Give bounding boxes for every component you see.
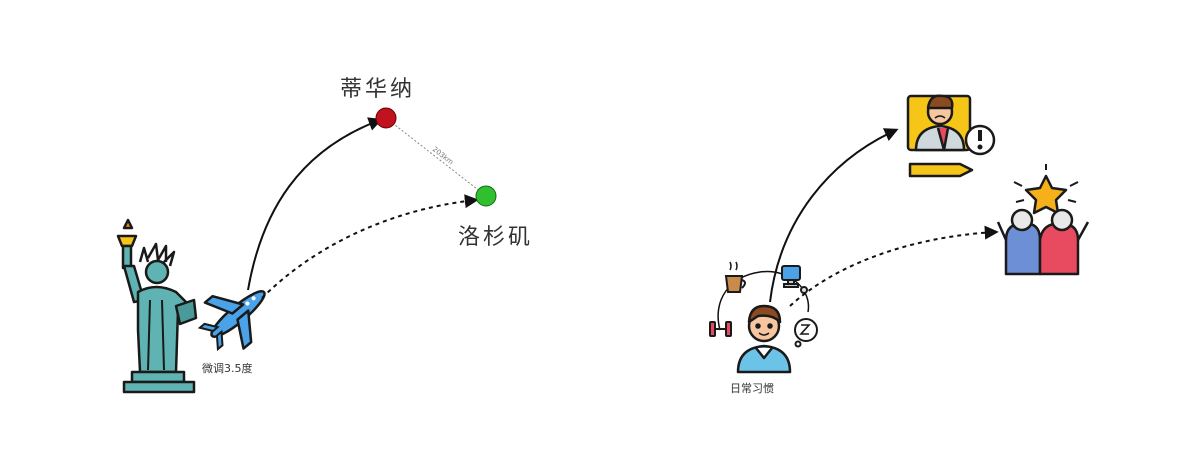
celebration-icon	[996, 164, 1090, 276]
city-b-marker	[475, 185, 497, 207]
right-panel: 日常习惯	[709, 94, 1090, 395]
diagram-canvas: 203km 蒂华纳 洛杉矶 微调3.5度 日常习惯	[0, 0, 1204, 462]
city-a-marker	[375, 107, 397, 129]
dumbbell-icon	[709, 321, 732, 337]
city-a-label: 蒂华纳	[340, 77, 415, 102]
computer-icon	[781, 265, 808, 294]
outcome-arrow-dashed	[789, 225, 999, 307]
coffee-cup-icon	[724, 261, 746, 293]
route-arrow-solid	[247, 117, 383, 291]
habits-label: 日常习惯	[730, 381, 774, 395]
person-icon	[736, 304, 792, 374]
sleep-bubble-icon	[794, 318, 818, 348]
left-panel: 203km 蒂华纳 洛杉矶 微调3.5度	[116, 77, 533, 394]
airplane-icon	[197, 290, 266, 352]
stressed-worker-icon	[906, 94, 996, 178]
adjust-label: 微调3.5度	[202, 361, 253, 375]
distance-line	[385, 117, 487, 197]
route-arrow-dashed	[261, 194, 479, 299]
city-b-label: 洛杉矶	[458, 225, 533, 250]
statue-of-liberty-icon	[116, 218, 198, 394]
